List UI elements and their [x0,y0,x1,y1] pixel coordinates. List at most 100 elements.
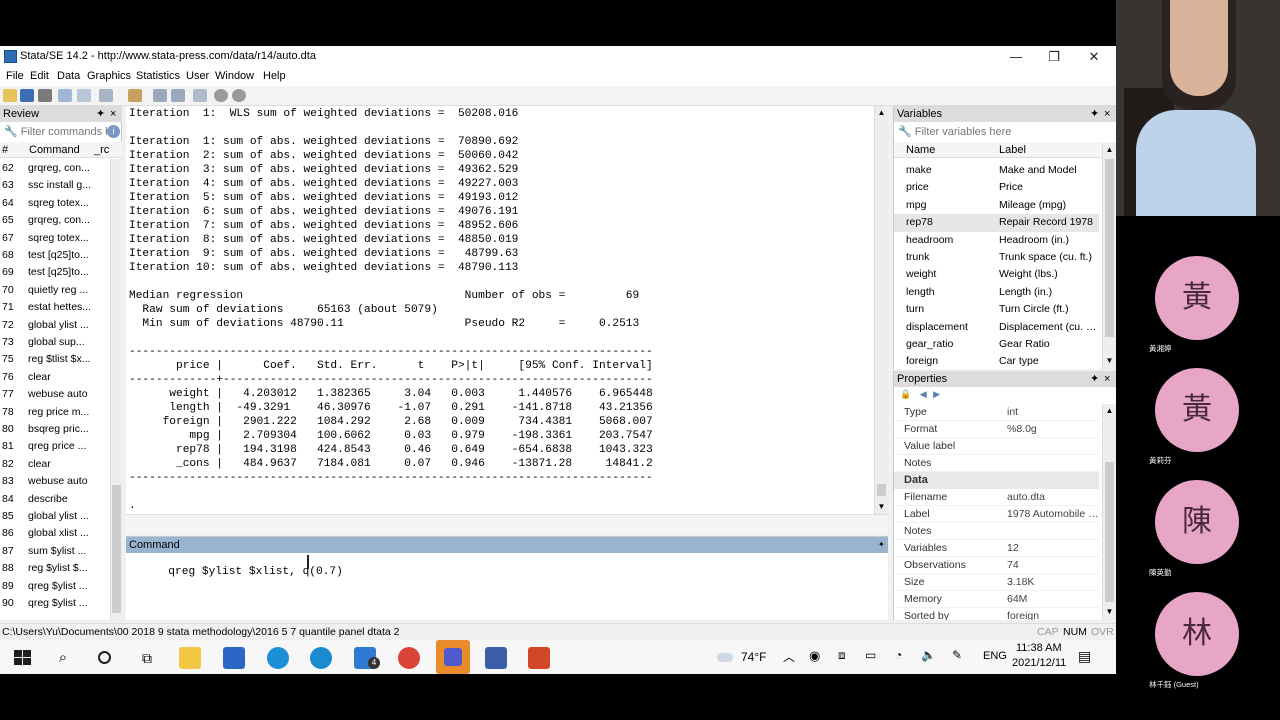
property-row[interactable]: Type int [894,404,1099,421]
property-row[interactable]: Notes [894,523,1099,540]
notification-icon[interactable]: ▤ [1078,648,1091,665]
review-row[interactable]: 71 estat hettes... [0,299,110,316]
scroll-up-icon[interactable]: ▲ [875,106,888,120]
print-icon[interactable] [38,89,52,102]
review-row[interactable]: 83 webuse auto [0,473,110,490]
pin-icon[interactable]: ✦ [878,537,885,553]
volume-icon[interactable]: 🔈 [921,648,936,662]
forward-icon[interactable]: ▶ [933,389,940,399]
open-icon[interactable] [3,89,17,102]
participant-tile[interactable]: 陳陳英勤 [1141,468,1253,580]
participant-tile[interactable]: 林林千鈺 (Guest) [1141,580,1253,692]
review-row[interactable]: 62 grqreg, con... [0,160,110,177]
review-row[interactable]: 68 test [q25]to... [0,247,110,264]
close-icon[interactable]: × [110,106,116,122]
property-row[interactable]: Memory 64M [894,591,1099,608]
close-icon[interactable]: × [1104,106,1110,122]
review-row[interactable]: 87 sum $ylist ... [0,543,110,560]
do-file-editor-icon[interactable] [128,89,142,102]
powerpoint-icon[interactable] [528,647,550,669]
graph-icon[interactable] [99,89,113,102]
property-row[interactable]: Format %8.0g [894,421,1099,438]
scroll-down-icon[interactable]: ▼ [1103,605,1116,619]
variable-row[interactable]: mpg Mileage (mpg) [894,197,1099,214]
menu-file[interactable]: File [6,70,24,82]
scroll-down-icon[interactable]: ▼ [1103,354,1116,368]
menu-window[interactable]: Window [215,70,254,82]
review-row[interactable]: 77 webuse auto [0,386,110,403]
menu-edit[interactable]: Edit [30,70,49,82]
review-row[interactable]: 76 clear [0,369,110,386]
cortana-icon[interactable] [94,647,116,669]
menu-data[interactable]: Data [57,70,80,82]
variable-row[interactable]: weight Weight (lbs.) [894,266,1099,283]
task-view-icon[interactable]: ⧉ [136,647,158,669]
save-icon[interactable] [20,89,34,102]
review-row[interactable]: 69 test [q25]to... [0,264,110,281]
results-hscroll[interactable] [126,514,888,534]
variables-filter[interactable]: 🔧 Filter variables here [894,123,1116,141]
weather-temp[interactable]: 74°F [741,650,766,664]
property-row[interactable]: Sorted by foreign [894,608,1099,620]
menu-user[interactable]: User [186,70,209,82]
review-row[interactable]: 89 qreg $ylist ... [0,578,110,595]
variable-row[interactable]: foreign Car type [894,353,1099,369]
restore-button[interactable]: ❐ [1034,46,1074,68]
info-icon[interactable]: i [107,125,120,138]
scroll-up-icon[interactable]: ▲ [1103,143,1116,157]
menu-graphics[interactable]: Graphics [87,70,131,82]
review-row[interactable]: 80 bsqreg pric... [0,421,110,438]
store-icon[interactable] [223,647,245,669]
pen-icon[interactable]: ✎ [952,648,962,662]
clock-date[interactable]: 2021/12/11 [1012,657,1066,669]
review-row[interactable]: 88 reg $ylist $... [0,560,110,577]
wifi-icon[interactable]: ◔ [895,648,902,662]
review-row[interactable]: 85 global ylist ... [0,508,110,525]
property-row[interactable]: Value label [894,438,1099,455]
record-icon[interactable]: ◉ [809,648,820,664]
scroll-thumb[interactable] [1105,462,1114,602]
mail-icon[interactable]: 4 [354,647,380,669]
review-row[interactable]: 70 quietly reg ... [0,282,110,299]
variables-scrollbar[interactable]: ▲ ▼ [1102,143,1116,369]
teamviewer-icon[interactable] [310,647,332,669]
col-number[interactable]: # [2,142,8,158]
review-row[interactable]: 82 clear [0,456,110,473]
review-row[interactable]: 73 global sup... [0,334,110,351]
variable-row[interactable]: turn Turn Circle (ft.) [894,301,1099,318]
lock-icon[interactable]: 🔒 [900,389,911,399]
variables-filter-input[interactable]: Filter variables here [915,126,1012,138]
windows-start-icon[interactable] [12,647,34,669]
col-name[interactable]: Name [906,142,935,158]
review-filter[interactable]: 🔧 Filter commands h i [0,123,122,141]
review-row[interactable]: 78 reg price m... [0,404,110,421]
minimize-button[interactable]: — [996,46,1036,68]
property-row[interactable]: Label 1978 Automobile Da... [894,506,1099,523]
property-row[interactable]: Size 3.18K [894,574,1099,591]
data-browser-icon[interactable] [171,89,185,102]
menu-statistics[interactable]: Statistics [136,70,180,82]
battery-icon[interactable]: ▭ [865,648,876,662]
properties-scrollbar[interactable]: ▲ ▼ [1102,404,1116,620]
pin-icon[interactable]: ✦ [96,106,105,122]
pin-icon[interactable]: ✦ [1090,371,1099,387]
command-input[interactable]: qreg $ylist $xlist, q(0.7) [128,554,343,590]
stata-taskbar-icon[interactable] [485,647,507,669]
scroll-thumb[interactable] [877,484,886,496]
participant-tile[interactable]: 黃黃湘婷 [1141,244,1253,356]
review-scrollbar[interactable] [110,159,122,620]
chevron-up-icon[interactable]: ︿ [783,648,795,665]
variable-row[interactable]: trunk Trunk space (cu. ft.) [894,249,1099,266]
review-row[interactable]: 65 grqreg, con... [0,212,110,229]
variable-row[interactable]: headroom Headroom (in.) [894,232,1099,249]
data-editor-icon[interactable] [153,89,167,102]
review-row[interactable]: 67 sqreg totex... [0,230,110,247]
variable-row[interactable]: gear_ratio Gear Ratio [894,336,1099,353]
scroll-down-icon[interactable]: ▼ [875,500,888,514]
properties-section-data[interactable]: Data [894,472,1099,489]
col-label[interactable]: Label [999,142,1026,158]
variable-row[interactable]: displacement Displacement (cu. i... [894,319,1099,336]
variables-manager-icon[interactable] [193,89,207,102]
review-row[interactable]: 72 global ylist ... [0,317,110,334]
pin-icon[interactable]: ✦ [1090,106,1099,122]
